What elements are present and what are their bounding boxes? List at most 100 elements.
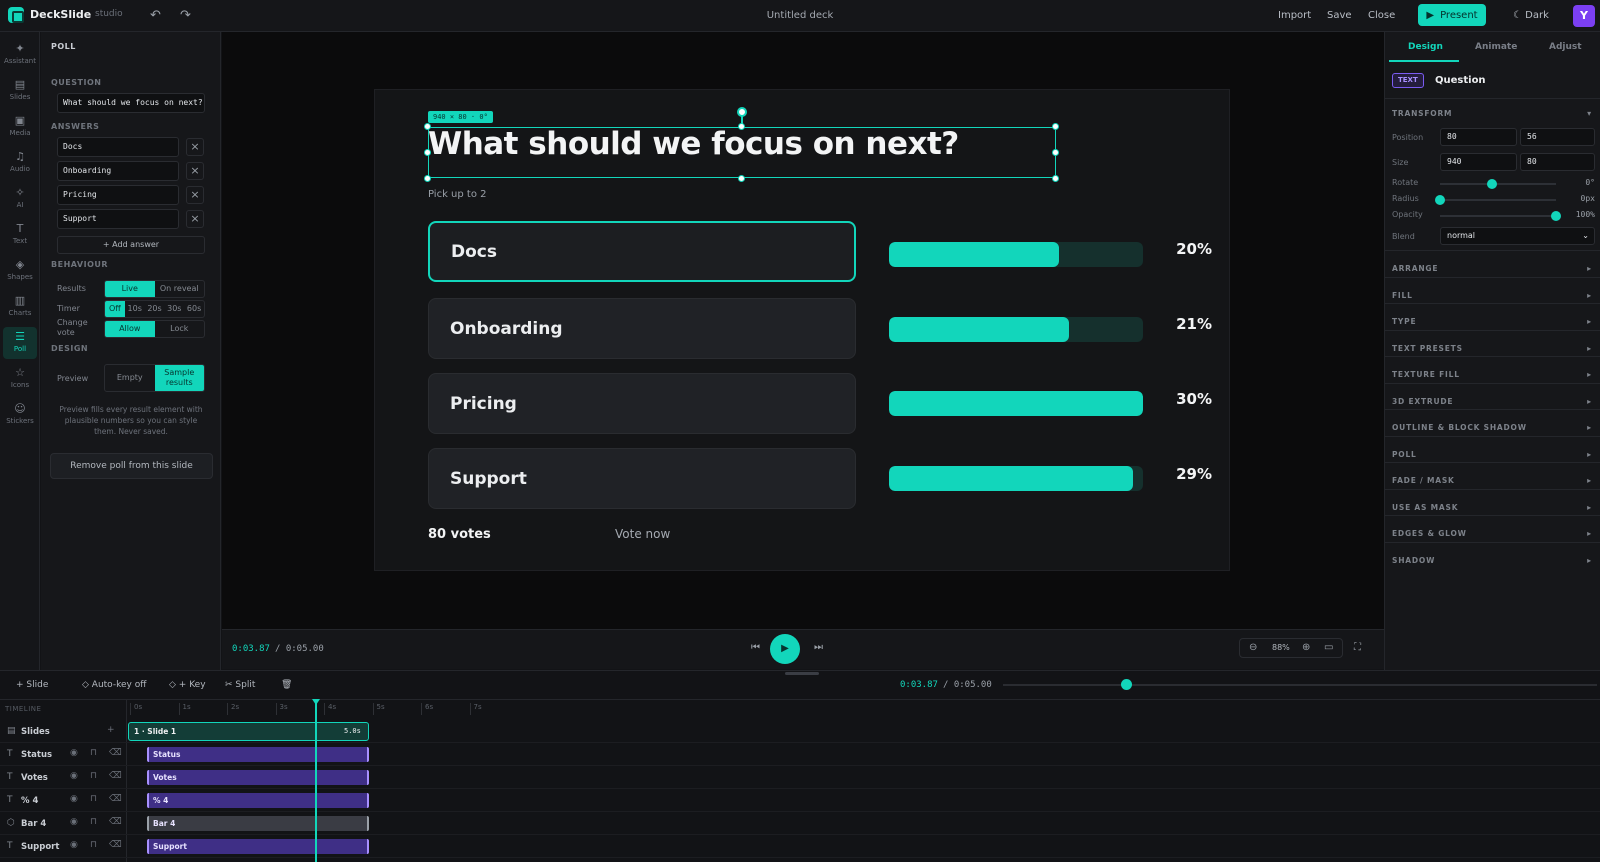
redo-icon[interactable]: ↷ [180,8,191,23]
results-reveal-option[interactable]: On reveal [155,281,205,297]
remove-answer-icon[interactable]: × [186,210,204,228]
section-edges-glow[interactable]: EDGES & GLOW ▸ [1392,529,1592,538]
rail-item-text[interactable]: T Text [0,222,40,245]
radius-slider[interactable] [1435,195,1556,205]
track-name[interactable]: Support [21,842,59,852]
rail-item-audio[interactable]: ♫ Audio [0,150,40,173]
rail-item-icons[interactable]: ☆ Icons [0,366,40,389]
undo-icon[interactable]: ↶ [150,8,161,23]
track-clip[interactable] [147,816,369,831]
poll-option-card[interactable]: Pricing [428,373,856,434]
trash-icon[interactable]: ⌫ [109,794,122,804]
section-3d-extrude[interactable]: 3D EXTRUDE ▸ [1392,397,1592,406]
zoom-in-icon[interactable]: ⊕ [1302,642,1310,653]
resize-handle[interactable] [1052,123,1059,130]
position-y-input[interactable]: 56 [1520,128,1595,146]
eye-icon[interactable]: ◉ [70,748,78,758]
tab-design[interactable]: Design [1408,42,1443,52]
save-button[interactable]: Save [1327,10,1352,21]
skip-forward-icon[interactable]: ⏭ [814,642,823,653]
remove-poll-button[interactable]: Remove poll from this slide [50,453,213,479]
track-name[interactable]: Status [21,750,52,760]
change-vote-lock-option[interactable]: Lock [155,321,205,337]
slide-subtitle[interactable]: Pick up to 2 [428,189,487,200]
section-arrange[interactable]: ARRANGE ▸ [1392,264,1592,273]
section-poll[interactable]: POLL ▸ [1392,450,1592,459]
split-button[interactable]: ✂ Split [225,680,255,690]
resize-handle[interactable] [738,123,745,130]
poll-option-card[interactable]: Onboarding [428,298,856,359]
timer-off-option[interactable]: Off [105,301,125,317]
results-live-option[interactable]: Live [105,281,155,297]
trash-icon[interactable]: ⌫ [109,771,122,781]
tab-adjust[interactable]: Adjust [1549,42,1582,52]
answer-input[interactable]: Onboarding [57,161,179,181]
deck-title[interactable]: Untitled deck [0,10,1600,21]
result-percent[interactable]: 20% [1165,240,1212,258]
vote-now-label[interactable]: Vote now [615,527,670,541]
autokey-toggle[interactable]: ◇ Auto-key off [82,680,146,690]
section-fade-mask[interactable]: FADE / MASK ▸ [1392,476,1592,485]
zoom-level[interactable]: 88% [1272,643,1290,652]
slider-knob[interactable] [1551,211,1561,221]
add-answer-button[interactable]: + Add answer [57,236,205,254]
slider-knob[interactable] [1435,195,1445,205]
add-icon[interactable]: + [107,725,115,735]
trash-icon[interactable]: ⌫ [109,840,122,850]
track-clip[interactable] [147,770,369,785]
lock-icon[interactable]: ⊓ [90,840,97,850]
rail-item-shapes[interactable]: ◈ Shapes [0,258,40,281]
lock-icon[interactable]: ⊓ [90,748,97,758]
tab-animate[interactable]: Animate [1475,42,1517,52]
lock-icon[interactable]: ⊓ [90,794,97,804]
track-name[interactable]: Bar 4 [21,819,46,829]
track-name[interactable]: Votes [21,773,48,783]
delete-icon[interactable]: 🗑 [281,680,292,690]
eye-icon[interactable]: ◉ [70,794,78,804]
close-button[interactable]: Close [1368,10,1395,21]
poll-option-card[interactable]: Docs [428,221,856,282]
answer-input[interactable]: Docs [57,137,179,157]
present-button[interactable]: ▶ Present [1418,4,1486,26]
position-x-input[interactable]: 80 [1440,128,1517,146]
resize-handle[interactable] [424,123,431,130]
resize-handle[interactable] [1052,149,1059,156]
change-vote-toggle[interactable]: Allow Lock [104,320,205,338]
opacity-slider[interactable] [1440,211,1561,221]
change-vote-allow-option[interactable]: Allow [105,321,155,337]
lock-icon[interactable]: ⊓ [90,771,97,781]
section-shadow[interactable]: SHADOW ▸ [1392,556,1592,565]
import-button[interactable]: Import [1278,10,1311,21]
section-outline-block-shadow[interactable]: OUTLINE & BLOCK SHADOW ▸ [1392,423,1592,432]
eye-icon[interactable]: ◉ [70,840,78,850]
timer-10s-option[interactable]: 10s [125,301,145,317]
scrubber-knob[interactable] [1121,679,1132,690]
section-use-as-mask[interactable]: USE AS MASK ▸ [1392,503,1592,512]
fit-icon[interactable]: ▭ [1324,642,1333,653]
selection-box[interactable] [428,127,1056,178]
avatar[interactable]: Y [1573,5,1595,27]
answer-input[interactable]: Pricing [57,185,179,205]
resize-handle[interactable] [424,175,431,182]
timer-60s-option[interactable]: 60s [184,301,204,317]
timer-30s-option[interactable]: 30s [164,301,184,317]
rotate-handle[interactable] [737,107,747,117]
play-button[interactable]: ▶ [770,634,800,664]
remove-answer-icon[interactable]: × [186,138,204,156]
results-toggle[interactable]: Live On reveal [104,280,205,298]
resize-handle[interactable] [738,175,745,182]
rail-item-slides[interactable]: ▤ Slides [0,78,40,101]
track-clip[interactable] [147,793,369,808]
answer-input[interactable]: Support [57,209,179,229]
add-key-button[interactable]: ◇ + Key [169,680,206,690]
rail-item-stickers[interactable]: ☺ Stickers [0,402,40,425]
result-bar-track[interactable] [889,317,1143,342]
rail-item-assistant[interactable]: ✦ Assistant [0,42,40,65]
remove-answer-icon[interactable]: × [186,186,204,204]
question-input[interactable]: What should we focus on next? [57,93,205,113]
rail-item-media[interactable]: ▣ Media [0,114,40,137]
preview-empty-option[interactable]: Empty [105,365,155,391]
rail-item-ai[interactable]: ✧ AI [0,186,40,209]
resize-handle[interactable] [424,149,431,156]
section-type[interactable]: TYPE ▸ [1392,317,1592,326]
